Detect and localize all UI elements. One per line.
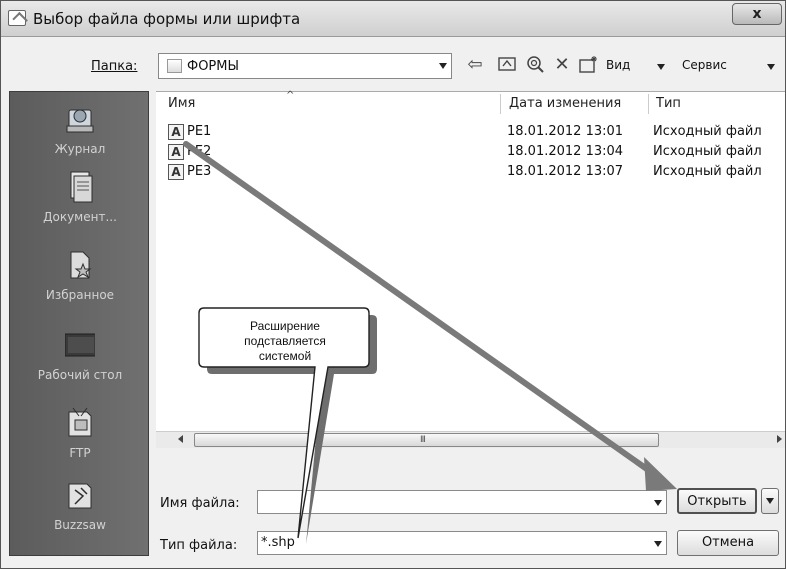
chevron-down-icon[interactable] <box>439 63 447 69</box>
place-favorites[interactable]: Избранное <box>10 248 150 318</box>
shape-file-icon: A <box>168 144 184 160</box>
place-label: FTP <box>69 446 91 460</box>
horizontal-scrollbar[interactable]: III <box>156 431 785 448</box>
open-options-button[interactable] <box>761 488 779 514</box>
place-label: Buzzsaw <box>54 518 106 532</box>
filetype-label: Тип файла: <box>160 538 238 553</box>
folder-label: Папка: <box>91 59 138 74</box>
window-title: Выбор файла формы или шрифта <box>33 10 301 28</box>
tools-chevron-icon[interactable] <box>767 64 775 70</box>
callout-line: Расширение <box>250 319 320 333</box>
annotation-arrowhead <box>644 457 677 491</box>
desktop-icon <box>65 333 95 357</box>
place-ftp[interactable]: FTP <box>10 406 150 476</box>
place-history[interactable]: Журнал <box>10 102 150 172</box>
folder-value: ФОРМЫ <box>187 59 239 74</box>
shape-file-icon: A <box>168 164 184 180</box>
open-chevron-icon <box>766 498 774 504</box>
file-date: 18.01.2012 13:07 <box>507 164 624 179</box>
history-icon <box>66 109 94 133</box>
file-date: 18.01.2012 13:01 <box>507 124 624 139</box>
title-bar: Выбор файла формы или шрифта x <box>1 1 785 37</box>
file-type: Исходный файл <box>653 164 762 179</box>
file-type: Исходный файл <box>653 124 762 139</box>
place-documents[interactable]: Документ... <box>10 170 150 240</box>
buzzsaw-icon <box>68 483 92 509</box>
callout-line: подставляется <box>244 334 326 348</box>
sort-ascending-icon: ^ <box>286 90 295 101</box>
delete-icon[interactable]: ✕ <box>550 54 574 76</box>
ftp-icon <box>68 407 92 437</box>
column-name[interactable]: Имя <box>168 92 195 116</box>
file-row[interactable]: A PE1 18.01.2012 13:01 Исходный файл <box>156 122 785 142</box>
file-name: PE2 <box>187 144 212 159</box>
column-date[interactable]: Дата изменения <box>509 92 621 116</box>
views-menu[interactable]: Вид <box>606 58 630 72</box>
places-bar: Журнал Документ... Избранное Рабочий сто… <box>9 91 149 556</box>
app-icon <box>8 10 26 26</box>
new-folder-icon[interactable] <box>577 54 601 76</box>
file-date: 18.01.2012 13:04 <box>507 144 624 159</box>
filetype-chevron-icon[interactable] <box>654 541 662 547</box>
filename-chevron-icon[interactable] <box>654 500 662 506</box>
search-web-icon[interactable] <box>523 54 547 76</box>
scroll-thumb[interactable]: III <box>194 433 659 447</box>
file-name: PE1 <box>187 124 212 139</box>
views-chevron-icon[interactable] <box>657 64 665 70</box>
scroll-left-icon[interactable] <box>178 435 183 443</box>
column-name-label: Имя <box>168 96 196 111</box>
folder-icon <box>167 59 182 73</box>
favorites-icon <box>70 251 92 279</box>
callout-text: Расширение подставляется системой <box>198 319 372 364</box>
scroll-grip: III <box>420 435 426 445</box>
file-list[interactable]: Имя ^ Дата изменения Тип A PE1 18.01.201… <box>156 90 785 447</box>
place-label: Избранное <box>45 288 115 302</box>
file-row[interactable]: A PE3 18.01.2012 13:07 Исходный файл <box>156 162 785 182</box>
up-folder-icon[interactable] <box>495 54 519 76</box>
tools-menu[interactable]: Сервис <box>682 58 727 72</box>
place-label: Рабочий стол <box>37 368 123 382</box>
place-label: Журнал <box>54 142 106 156</box>
place-desktop[interactable]: Рабочий стол <box>10 328 150 398</box>
scroll-right-icon[interactable] <box>777 435 782 443</box>
place-buzzsaw[interactable]: Buzzsaw <box>10 478 150 548</box>
column-divider[interactable] <box>500 94 501 114</box>
open-button[interactable]: Открыть <box>677 488 757 514</box>
column-type[interactable]: Тип <box>656 92 681 116</box>
callout-line: системой <box>258 349 312 363</box>
documents-icon <box>70 171 93 203</box>
cancel-button[interactable]: Отмена <box>677 530 779 556</box>
close-button[interactable]: x <box>732 3 782 25</box>
file-row[interactable]: A PE2 18.01.2012 13:04 Исходный файл <box>156 142 785 162</box>
filetype-value: *.shp <box>261 535 295 550</box>
back-icon[interactable]: ⇦ <box>463 54 487 76</box>
place-label: Документ... <box>43 210 117 224</box>
shape-file-icon: A <box>168 124 184 140</box>
filetype-combo[interactable]: *.shp <box>257 531 667 555</box>
column-divider[interactable] <box>648 94 649 114</box>
file-type: Исходный файл <box>653 144 762 159</box>
filename-input[interactable] <box>257 490 667 514</box>
file-dialog: Выбор файла формы или шрифта x Папка: ФО… <box>0 0 786 569</box>
file-name: PE3 <box>187 164 212 179</box>
folder-combo[interactable]: ФОРМЫ <box>158 53 452 79</box>
filename-label: Имя файла: <box>160 496 240 511</box>
